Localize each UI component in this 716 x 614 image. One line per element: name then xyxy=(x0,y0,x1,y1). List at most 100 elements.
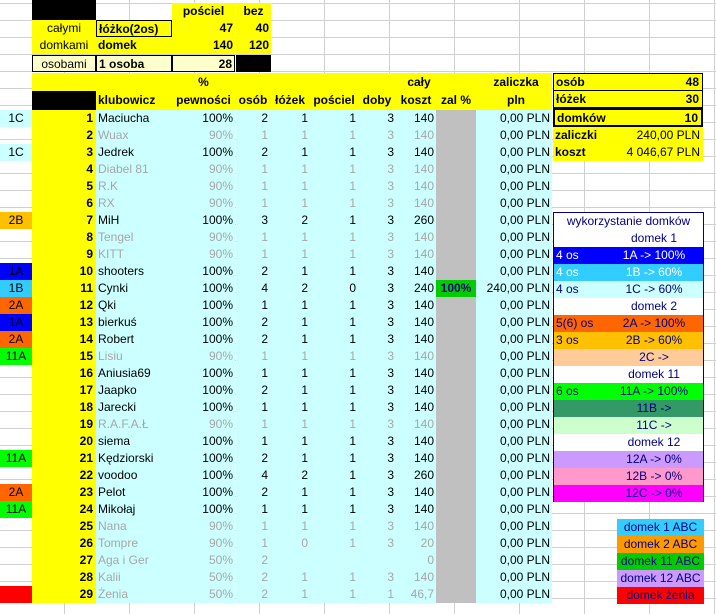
cell-koszt[interactable]: 140 xyxy=(396,229,436,246)
cell-osob[interactable]: 1 xyxy=(236,127,270,144)
cell-lozek[interactable]: 1 xyxy=(270,501,310,518)
cell-pct[interactable]: 100% xyxy=(172,365,235,382)
row-code-cell[interactable]: 11A xyxy=(0,450,32,467)
cell-doby[interactable]: 3 xyxy=(358,331,396,348)
cell-num[interactable]: 15 xyxy=(32,348,96,365)
cell-doby[interactable]: 3 xyxy=(358,178,396,195)
cell-name[interactable]: Robert xyxy=(96,331,172,348)
cell-lozko-v1[interactable]: 47 xyxy=(172,20,235,37)
cell-doby[interactable]: 3 xyxy=(358,382,396,399)
cell-doby[interactable]: 3 xyxy=(358,433,396,450)
cell-zal[interactable] xyxy=(436,501,476,518)
cell-zaliczka[interactable]: 0,00 PLN xyxy=(476,467,552,484)
cell-zaliczka[interactable]: 0,00 PLN xyxy=(476,178,552,195)
cell-koszt[interactable]: 140 xyxy=(396,348,436,365)
cell-zaliczka[interactable]: 240,00 PLN xyxy=(476,280,552,297)
cell-doby[interactable]: 3 xyxy=(358,501,396,518)
cell-doby[interactable]: 3 xyxy=(358,314,396,331)
row-code-cell[interactable]: 2A xyxy=(0,484,32,501)
cell-name[interactable]: Aga i Ger xyxy=(96,552,172,569)
row-code-cell[interactable]: 11A xyxy=(0,501,32,518)
cell-zaliczka[interactable]: 0,00 PLN xyxy=(476,501,552,518)
cell-lozek[interactable]: 1 xyxy=(270,382,310,399)
cell-osob[interactable]: 1 xyxy=(236,416,270,433)
cell-zal[interactable] xyxy=(436,144,476,161)
cell-koszt[interactable]: 140 xyxy=(396,416,436,433)
cell-name[interactable]: Wuax xyxy=(96,127,172,144)
summary-lozek[interactable]: łóżek 30 xyxy=(553,90,703,108)
usage-row[interactable]: 11B -> xyxy=(554,400,703,417)
cell-doby[interactable]: 3 xyxy=(358,144,396,161)
cell-doby[interactable]: 3 xyxy=(358,518,396,535)
cell-lozek[interactable]: 1 xyxy=(270,246,310,263)
usage-row[interactable]: 4 os 1A -> 100% xyxy=(554,247,703,264)
cell-name[interactable]: Tengel xyxy=(96,229,172,246)
cell-num[interactable]: 18 xyxy=(32,399,96,416)
cell-zal[interactable] xyxy=(436,399,476,416)
cell-pct[interactable]: 90% xyxy=(172,416,235,433)
cell-koszt[interactable]: 140 xyxy=(396,484,436,501)
cell-lozek[interactable]: 1 xyxy=(270,348,310,365)
row-code-cell[interactable] xyxy=(0,518,32,535)
cell-koszt[interactable]: 140 xyxy=(396,195,436,212)
cell-osob[interactable]: 4 xyxy=(236,467,270,484)
cell-zal[interactable] xyxy=(436,484,476,501)
cell-zaliczka[interactable]: 0,00 PLN xyxy=(476,297,552,314)
cell-doby[interactable]: 3 xyxy=(358,569,396,586)
cell-zaliczka[interactable]: 0,00 PLN xyxy=(476,229,552,246)
cell-num[interactable]: 17 xyxy=(32,382,96,399)
cell-pct[interactable]: 100% xyxy=(172,433,235,450)
usage-row[interactable]: 4 os 1C -> 60% xyxy=(554,281,703,298)
cell-koszt[interactable]: 140 xyxy=(396,518,436,535)
cell-lozek[interactable]: 1 xyxy=(270,263,310,280)
cell-koszt[interactable]: 260 xyxy=(396,212,436,229)
cell-domek-v2[interactable]: 120 xyxy=(236,37,271,54)
cell-name[interactable]: Jaapko xyxy=(96,382,172,399)
cell-osob[interactable]: 1 xyxy=(236,246,270,263)
cell-zal[interactable] xyxy=(436,467,476,484)
usage-row[interactable]: domek 1 xyxy=(554,230,703,247)
cell-zaliczka[interactable]: 0,00 PLN xyxy=(476,331,552,348)
cell-pct[interactable]: 90% xyxy=(172,195,235,212)
cell-domek[interactable]: domek xyxy=(96,37,172,54)
cell-zal[interactable]: 100% xyxy=(436,280,476,297)
cell-zal[interactable] xyxy=(436,331,476,348)
summary-domkow[interactable]: domków 10 xyxy=(553,108,703,127)
cell-osob[interactable]: 1 xyxy=(236,195,270,212)
cell-lozek[interactable]: 1 xyxy=(270,178,310,195)
cell-zal[interactable] xyxy=(436,297,476,314)
cell-posciel[interactable]: 1 xyxy=(310,178,358,195)
cell-pct[interactable]: 100% xyxy=(172,467,235,484)
cell-zal[interactable] xyxy=(436,161,476,178)
row-code-cell[interactable] xyxy=(0,246,32,263)
cell-name[interactable]: KITT xyxy=(96,246,172,263)
cell-koszt[interactable]: 140 xyxy=(396,399,436,416)
cell-pct[interactable]: 90% xyxy=(172,518,235,535)
cell-num[interactable]: 23 xyxy=(32,484,96,501)
cell-num[interactable]: 24 xyxy=(32,501,96,518)
cell-zaliczka[interactable]: 0,00 PLN xyxy=(476,144,552,161)
cell-zal[interactable] xyxy=(436,569,476,586)
cell-pct[interactable]: 90% xyxy=(172,348,235,365)
cell-num[interactable]: 26 xyxy=(32,535,96,552)
cell-name[interactable]: bierkuś xyxy=(96,314,172,331)
usage-row[interactable]: 5(6) os 2A -> 100% xyxy=(554,315,703,332)
cell-num[interactable]: 16 xyxy=(32,365,96,382)
cell-lozek[interactable]: 2 xyxy=(270,467,310,484)
summary-zaliczki[interactable]: zaliczki 240,00 PLN xyxy=(553,127,703,144)
cell-pct[interactable]: 90% xyxy=(172,127,235,144)
label-osobami[interactable]: osobami xyxy=(32,55,96,72)
cell-posciel[interactable]: 1 xyxy=(310,331,358,348)
cell-num[interactable]: 10 xyxy=(32,263,96,280)
cell-name[interactable]: Tompre xyxy=(96,535,172,552)
cell-lozek[interactable]: 1 xyxy=(270,229,310,246)
cell-lozek[interactable]: 2 xyxy=(270,212,310,229)
cell-posciel[interactable]: 1 xyxy=(310,501,358,518)
cell-zaliczka[interactable]: 0,00 PLN xyxy=(476,263,552,280)
cell-name[interactable]: Pelot xyxy=(96,484,172,501)
usage-row[interactable]: 6 os 11A -> 100% xyxy=(554,383,703,400)
cell-koszt[interactable]: 140 xyxy=(396,331,436,348)
cell-zal[interactable] xyxy=(436,348,476,365)
cell-pct[interactable]: 100% xyxy=(172,314,235,331)
cell-koszt[interactable]: 140 xyxy=(396,263,436,280)
